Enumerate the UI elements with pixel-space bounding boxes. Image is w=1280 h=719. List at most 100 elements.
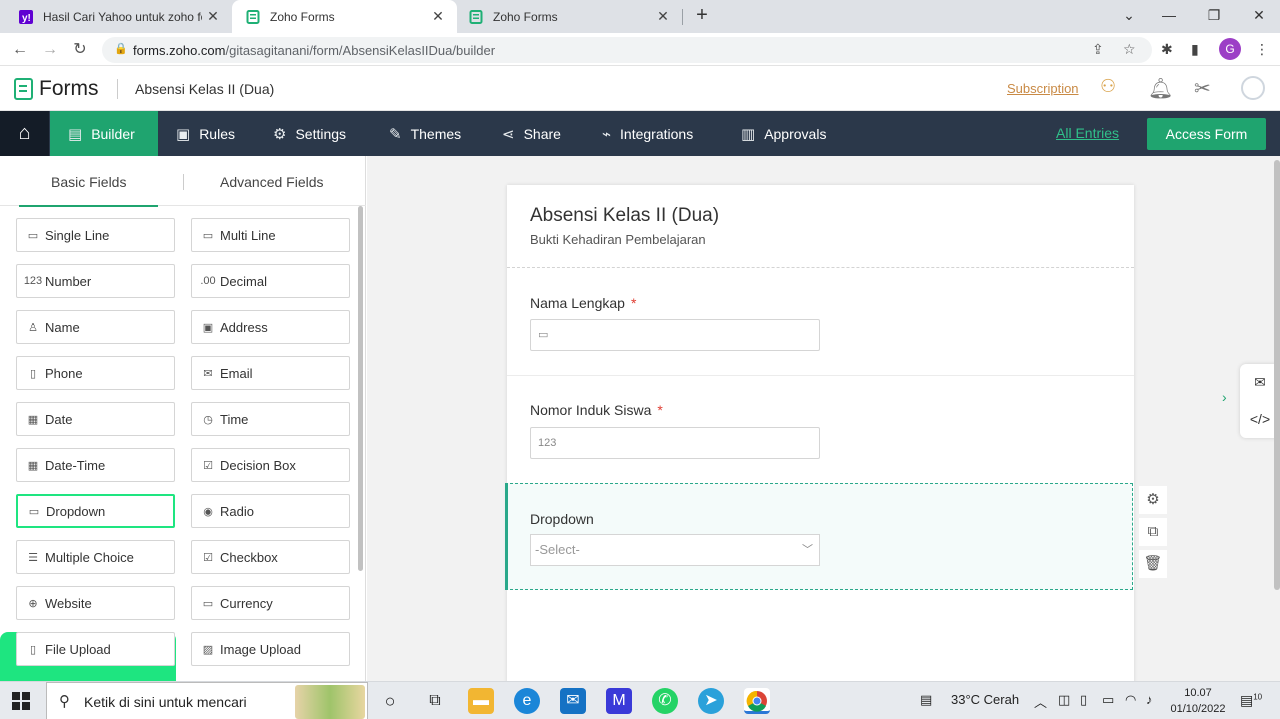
clock-time: 10.07 <box>1184 687 1212 699</box>
edge-icon[interactable]: e <box>514 688 540 714</box>
back-arrow-icon[interactable]: ← <box>8 38 32 62</box>
mail-icon[interactable]: ✉ <box>560 688 586 714</box>
trash-tray-icon[interactable]: ▯ <box>1080 692 1087 708</box>
users-icon[interactable]: ⚇ <box>1100 76 1116 97</box>
panel-scrollbar[interactable] <box>358 206 363 571</box>
nav-settings[interactable]: ⚙ Settings <box>273 111 346 156</box>
bell-icon[interactable]: 🔔︎ <box>1148 76 1173 101</box>
field-name[interactable]: ♙ Name <box>16 310 175 344</box>
nav-approvals[interactable]: ▥ Approvals <box>741 111 826 156</box>
wifi-icon[interactable]: ◠ <box>1125 692 1136 708</box>
notifications-icon[interactable]: ▤10 <box>1240 692 1262 709</box>
field-number[interactable]: 123 Number <box>16 264 175 298</box>
restore-icon[interactable]: ❐ <box>1194 0 1234 33</box>
subscription-link[interactable]: Subscription <box>1007 81 1079 96</box>
field-website[interactable]: ⊕ Website <box>16 586 175 620</box>
windows-start-icon[interactable] <box>12 692 30 710</box>
forms-logo[interactable]: Forms <box>14 77 99 101</box>
reload-icon[interactable]: ↻ <box>68 38 92 62</box>
form-title[interactable]: Absensi Kelas II (Dua) <box>530 205 719 227</box>
side-panel-icon[interactable]: ▮ <box>1191 41 1199 58</box>
field-single-line[interactable]: ▭ Single Line <box>16 218 175 252</box>
field-image-upload[interactable]: ▨ Image Upload <box>191 632 350 666</box>
field-label: Address <box>220 319 268 335</box>
nav-integrations[interactable]: ⌁ Integrations <box>602 111 693 156</box>
nav-themes[interactable]: ✎ Themes <box>389 111 461 156</box>
window-close-icon[interactable]: ✕ <box>1239 0 1279 33</box>
weather-text[interactable]: 33°C Cerah <box>951 692 1019 707</box>
chrome-icon[interactable] <box>744 688 770 714</box>
field-checkbox[interactable]: ☑ Checkbox <box>191 540 350 574</box>
weather-icon[interactable]: ▤ <box>920 692 932 708</box>
meet-icon[interactable]: ◫ <box>1058 692 1070 708</box>
field-date[interactable]: ▦ Date <box>16 402 175 436</box>
page-scrollbar[interactable] <box>1274 160 1280 590</box>
nav-builder[interactable]: ▤ Builder <box>50 111 158 156</box>
field-decision-box[interactable]: ☑ Decision Box <box>191 448 350 482</box>
system-clock[interactable]: 10.07 01/10/2022 <box>1168 685 1228 717</box>
tab-basic-fields[interactable]: Basic Fields <box>18 174 160 207</box>
tab-advanced-fields[interactable]: Advanced Fields <box>220 174 324 190</box>
form-description[interactable]: Bukti Kehadiran Pembelajaran <box>530 232 706 247</box>
tab-search-chevron-icon[interactable]: ⌄ <box>1109 0 1149 33</box>
q3-dropdown-select[interactable]: -Select- ﹀ <box>530 534 820 566</box>
q1-label[interactable]: Nama Lengkap * <box>530 295 636 311</box>
home-icon[interactable]: ⌂ <box>0 111 49 156</box>
task-view-icon[interactable]: ⧉ <box>422 688 448 714</box>
close-tab-icon[interactable]: ✕ <box>652 8 674 25</box>
field-currency[interactable]: ▭ Currency <box>191 586 350 620</box>
file-explorer-icon[interactable]: ▬ <box>468 688 494 714</box>
q2-number-input[interactable]: 123 <box>530 427 820 459</box>
address-bar[interactable]: 🔒 forms.zoho.com/gitasagitanani/form/Abs… <box>102 37 1152 63</box>
field-date-time[interactable]: ▦ Date-Time <box>16 448 175 482</box>
taskbar-search[interactable]: ⚲ Ketik di sini untuk mencari <box>46 682 368 719</box>
browser-tab-yahoo[interactable]: y! Hasil Cari Yahoo untuk zoho form ✕ <box>0 0 232 33</box>
battery-icon[interactable]: ▭ <box>1102 692 1114 708</box>
nav-label: Settings <box>295 125 347 142</box>
field-decimal[interactable]: .00 Decimal <box>191 264 350 298</box>
all-entries-link[interactable]: All Entries <box>1056 125 1119 141</box>
tools-icon[interactable]: ✂ <box>1194 76 1211 101</box>
q1-single-line-input[interactable]: ▭ <box>530 319 820 351</box>
duplicate-field-icon[interactable]: ⧉ <box>1139 518 1167 546</box>
field-multiple-choice[interactable]: ☰ Multiple Choice <box>16 540 175 574</box>
close-tab-icon[interactable]: ✕ <box>427 8 449 25</box>
nav-rules[interactable]: ▣ Rules <box>176 111 235 156</box>
field-radio[interactable]: ◉ Radio <box>191 494 350 528</box>
minimize-icon[interactable]: — <box>1149 0 1189 33</box>
expand-arrow-icon[interactable]: › <box>1222 389 1227 405</box>
field-phone[interactable]: ▯ Phone <box>16 356 175 390</box>
app-icon[interactable]: M <box>606 688 632 714</box>
field-settings-gear-icon[interactable]: ⚙ <box>1139 486 1167 514</box>
single-line-icon: ▭ <box>538 329 549 341</box>
nav-share[interactable]: ⋖ Share <box>502 111 561 156</box>
field-dropdown[interactable]: ▭ Dropdown <box>16 494 175 528</box>
close-tab-icon[interactable]: ✕ <box>202 8 224 25</box>
new-tab-button[interactable]: + <box>690 4 714 28</box>
browser-tab-zoho-forms[interactable]: Zoho Forms ✕ <box>457 0 682 33</box>
q2-label[interactable]: Nomor Induk Siswa * <box>530 402 663 418</box>
chrome-menu-icon[interactable]: ⋮ <box>1255 41 1269 58</box>
telegram-icon[interactable]: ➤ <box>698 688 724 714</box>
whatsapp-icon[interactable]: ✆ <box>652 688 678 714</box>
browser-tab-zoho-forms-active[interactable]: Zoho Forms ✕ <box>232 0 457 33</box>
field-file-upload[interactable]: ▯ File Upload <box>16 632 175 666</box>
q3-label[interactable]: Dropdown <box>530 511 594 527</box>
cortana-icon[interactable]: ○ <box>377 688 403 714</box>
q3-dropdown-section-selected[interactable]: Dropdown -Select- ﹀ <box>505 483 1133 590</box>
bookmark-star-icon[interactable]: ☆ <box>1123 41 1136 58</box>
user-avatar[interactable] <box>1241 76 1265 100</box>
list-check-icon: ☰ <box>28 551 38 564</box>
forward-arrow-icon[interactable]: → <box>38 38 62 62</box>
field-email[interactable]: ✉ Email <box>191 356 350 390</box>
field-address[interactable]: ▣ Address <box>191 310 350 344</box>
access-form-button[interactable]: Access Form <box>1147 118 1266 150</box>
field-multi-line[interactable]: ▭ Multi Line <box>191 218 350 252</box>
extensions-puzzle-icon[interactable]: ✱ <box>1161 41 1173 58</box>
field-time[interactable]: ◷ Time <box>191 402 350 436</box>
delete-trash-icon[interactable]: 🗑︎ <box>1139 550 1167 578</box>
share-icon[interactable]: ⇪ <box>1092 41 1104 58</box>
volume-icon[interactable]: ♪ <box>1146 692 1153 707</box>
tray-chevron-up-icon[interactable]: ︿ <box>1034 692 1047 711</box>
profile-avatar[interactable]: G <box>1219 38 1241 60</box>
